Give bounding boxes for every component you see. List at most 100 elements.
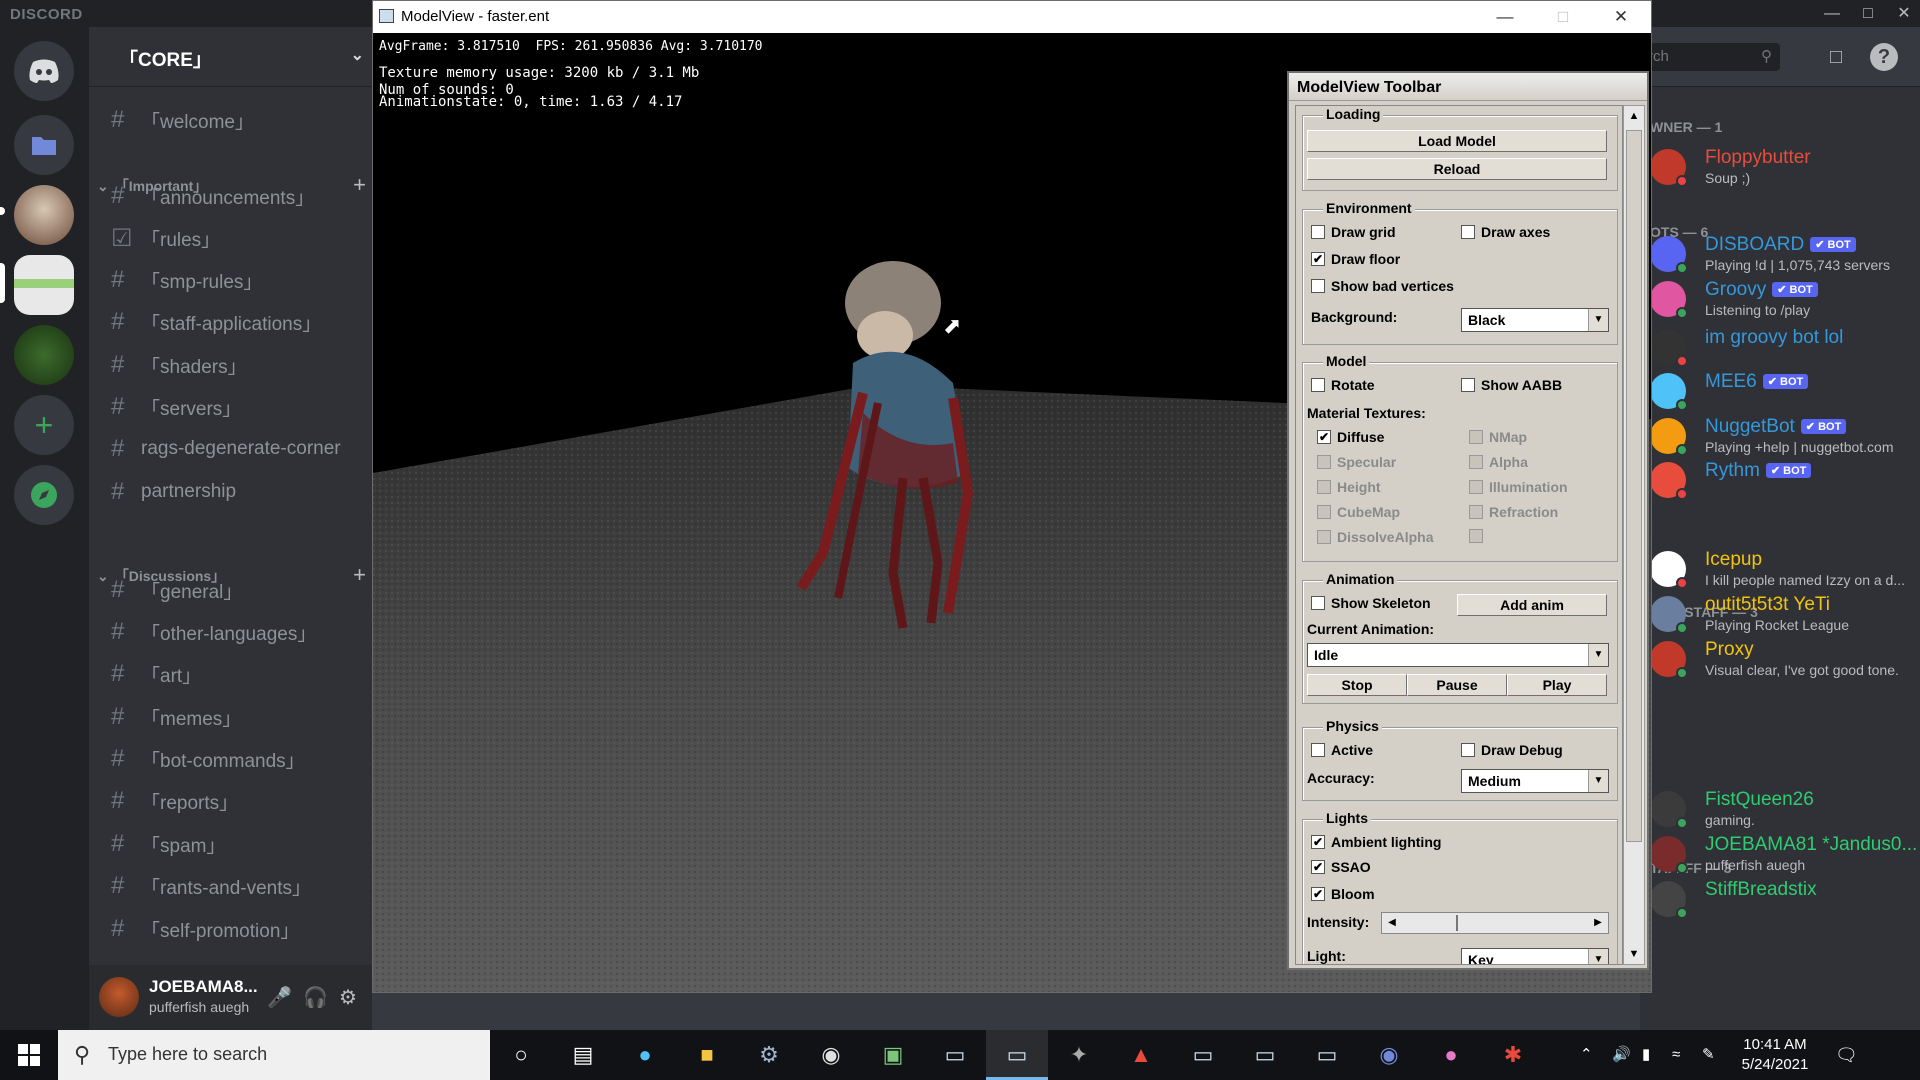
play-button[interactable]: Play (1507, 674, 1607, 696)
channel-item[interactable]: # 「servers」 (111, 390, 241, 424)
wifi-icon[interactable]: ≈ (1672, 1030, 1680, 1080)
background-select[interactable]: Black ▼ (1461, 308, 1609, 332)
category-discussions[interactable]: ⌄ 「Discussions」 (97, 566, 225, 586)
member-item[interactable]: DISBOARD ✔ BOT Playing !d | 1,075,743 serv… (1650, 232, 1920, 282)
chevron-left-icon[interactable]: ◀ (1382, 913, 1402, 933)
show-skeleton-checkbox[interactable]: Show Skeleton (1311, 595, 1431, 611)
accuracy-select[interactable]: Medium ▼ (1461, 769, 1609, 793)
show-bad-vertices-checkbox[interactable]: Show bad vertices (1311, 278, 1454, 294)
taskbar-search-input[interactable]: ⚲ Type here to search (58, 1030, 490, 1080)
volume-icon[interactable]: 🔊 (1612, 1030, 1631, 1080)
channel-item[interactable]: # 「smp-rules」 (111, 263, 262, 297)
explore-servers-icon[interactable] (14, 465, 74, 525)
channel-item[interactable]: # 「reports」 (111, 784, 238, 818)
channel-item[interactable]: # 「staff-applications」 (111, 305, 321, 339)
rotate-checkbox[interactable]: Rotate (1311, 377, 1375, 393)
channel-item[interactable]: # 「shaders」 (111, 348, 247, 382)
add-channel-icon[interactable]: + (353, 562, 366, 588)
bat-app-icon[interactable]: ✦ (1048, 1030, 1110, 1080)
member-item[interactable]: Proxy Visual clear, I've got good tone. (1650, 637, 1920, 687)
minecraft-icon[interactable]: ▣ (862, 1030, 924, 1080)
ambient-lighting-checkbox[interactable]: ✔ Ambient lighting (1311, 834, 1441, 850)
light-select[interactable]: Key ▼ (1461, 948, 1609, 964)
ssao-checkbox[interactable]: ✔ SSAO (1311, 859, 1371, 875)
search-input[interactable]: rch ⚲ (1640, 43, 1780, 71)
task-view-icon[interactable]: ▤ (552, 1030, 614, 1080)
draw-debug-checkbox[interactable]: Draw Debug (1461, 742, 1563, 758)
member-item[interactable]: NuggetBot ✔ BOT Playing +help | nuggetbot.… (1650, 414, 1920, 464)
add-anim-button[interactable]: Add anim (1457, 594, 1607, 616)
battery-icon[interactable]: ▮ (1642, 1030, 1650, 1080)
discord-maximize-button[interactable]: □ (1848, 2, 1888, 26)
member-item[interactable]: JOEBAMA81 *Jandus0... pufferfish auegh (1650, 832, 1920, 882)
reload-button[interactable]: Reload (1307, 158, 1607, 180)
pen-icon[interactable]: ✎ (1702, 1030, 1715, 1080)
add-server-icon[interactable]: + (14, 395, 74, 455)
channel-item[interactable]: # 「art」 (111, 657, 201, 691)
server-icon-core[interactable] (14, 255, 74, 315)
pause-button[interactable]: Pause (1407, 674, 1507, 696)
current-animation-select[interactable]: Idle ▼ (1307, 643, 1609, 667)
notifications-icon[interactable]: 🗨 (1835, 1030, 1858, 1080)
steam-icon[interactable]: ⚙ (738, 1030, 800, 1080)
server-header[interactable]: 「CORE」 ⌄ (89, 27, 372, 87)
show-aabb-checkbox[interactable]: Show AABB (1461, 377, 1562, 393)
discord-taskbar-icon[interactable]: ◉ (1358, 1030, 1420, 1080)
scrollbar-thumb[interactable] (1626, 130, 1642, 842)
toolbar-scrollbar[interactable]: ▲ ▼ (1623, 105, 1645, 965)
diffuse-checkbox[interactable]: ✔ Diffuse (1317, 429, 1384, 445)
edge-icon[interactable]: ● (614, 1030, 676, 1080)
channel-item[interactable]: # 「self-promotion」 (111, 912, 299, 946)
tray-overflow-icon[interactable]: ⌃ (1580, 1030, 1593, 1080)
minimize-button[interactable]: — (1475, 1, 1535, 33)
close-button[interactable]: ✕ (1591, 1, 1651, 33)
member-item[interactable]: Groovy ✔ BOT Listening to /play (1650, 277, 1920, 327)
channel-item[interactable]: # 「rants-and-vents」 (111, 869, 311, 903)
help-icon[interactable]: ? (1870, 43, 1898, 71)
media-player-icon[interactable]: ◉ (800, 1030, 862, 1080)
discord-close-button[interactable]: ✕ (1884, 2, 1920, 26)
slider-thumb[interactable] (1456, 915, 1458, 931)
member-item[interactable]: im groovy bot lol (1650, 325, 1920, 375)
active-checkbox[interactable]: Active (1311, 742, 1373, 758)
channel-item[interactable]: ☑ 「rules」 (111, 221, 220, 255)
cortana-icon[interactable]: ○ (490, 1030, 552, 1080)
app-window-icon[interactable]: ▭ (924, 1030, 986, 1080)
game-app-icon[interactable]: ▲ (1110, 1030, 1172, 1080)
app-window-icon[interactable]: ▭ (1234, 1030, 1296, 1080)
folder-icon[interactable] (14, 115, 74, 175)
3d-viewport[interactable]: ⬈ AvgFrame: 3.817510 FPS: 261.950836 Avg… (373, 33, 1651, 992)
member-item[interactable]: Icepup I kill people named Izzy on a d... (1650, 547, 1920, 597)
server-icon-portrait[interactable] (14, 185, 74, 245)
member-item[interactable]: outit5t5t3t YeTi Playing Rocket League (1650, 592, 1920, 642)
channel-item[interactable]: # 「bot-commands」 (111, 742, 305, 776)
member-item[interactable]: FistQueen26 gaming. (1650, 787, 1920, 837)
file-explorer-icon[interactable]: ■ (676, 1030, 738, 1080)
app-window-icon[interactable]: ▭ (1172, 1030, 1234, 1080)
scroll-down-icon[interactable]: ▼ (1624, 944, 1644, 964)
member-item[interactable]: StiffBreadstix (1650, 877, 1920, 927)
add-channel-icon[interactable]: + (353, 172, 366, 198)
maximize-button[interactable]: □ (1533, 1, 1593, 33)
taskbar-clock[interactable]: 10:41 AM 5/24/2021 (1735, 1035, 1815, 1075)
game-app-icon[interactable]: ✱ (1482, 1030, 1544, 1080)
channel-item[interactable]: # 「other-languages」 (111, 615, 316, 649)
bloom-checkbox[interactable]: ✔ Bloom (1311, 886, 1375, 902)
category-important[interactable]: ⌄ 「Important」 (97, 176, 207, 196)
avatar[interactable] (99, 977, 139, 1017)
osu-icon[interactable]: ● (1420, 1030, 1482, 1080)
app-window-icon[interactable]: ▭ (1296, 1030, 1358, 1080)
headphones-icon[interactable]: 🎧 (303, 985, 328, 1010)
member-item[interactable]: Rythm ✔ BOT (1650, 458, 1920, 508)
channel-item[interactable]: # 「welcome」 (111, 103, 254, 137)
discord-minimize-button[interactable]: — (1812, 2, 1852, 26)
scroll-up-icon[interactable]: ▲ (1624, 106, 1644, 126)
channel-item[interactable]: # 「memes」 (111, 700, 241, 734)
member-item[interactable]: Floppybutter Soup ;) (1650, 145, 1920, 195)
stop-button[interactable]: Stop (1307, 674, 1407, 696)
load-model-button[interactable]: Load Model (1307, 130, 1607, 152)
intensity-slider[interactable]: ◀ ▶ (1381, 912, 1609, 934)
modelview-taskbar-icon[interactable]: ▭ (986, 1030, 1048, 1080)
chevron-right-icon[interactable]: ▶ (1588, 913, 1608, 933)
draw-grid-checkbox[interactable]: Draw grid (1311, 224, 1396, 240)
